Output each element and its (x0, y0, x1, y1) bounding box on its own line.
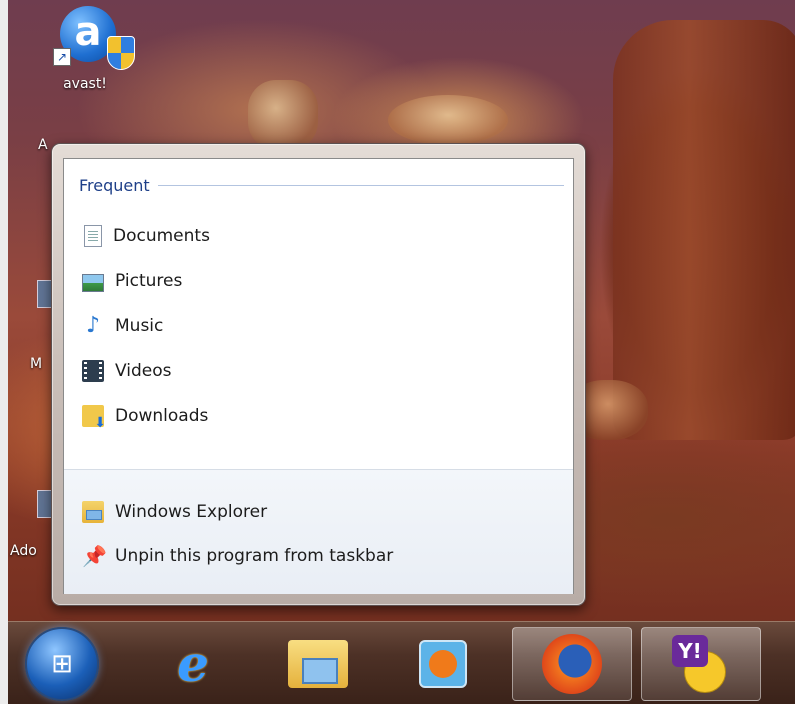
jump-item-videos[interactable]: Videos (82, 355, 552, 387)
task-windows-explorer[interactable]: Windows Explorer (82, 496, 552, 528)
unpin-icon: 📌 (82, 544, 107, 568)
windows-explorer-icon (82, 501, 104, 523)
jump-item-label: Videos (115, 361, 172, 381)
start-orb-icon: ⊞ (25, 627, 99, 701)
internet-explorer-icon: e (177, 634, 209, 693)
taskbar-yahoo-messenger[interactable]: Y! (641, 627, 761, 701)
desktop-icon-label-fragment: M (30, 356, 43, 372)
music-icon: ♪ (85, 313, 101, 338)
wallpaper-rock (248, 80, 318, 150)
yahoo-messenger-icon: Y! (670, 633, 732, 695)
uac-shield-icon (107, 36, 135, 70)
jump-item-label: Music (115, 316, 164, 336)
start-button[interactable]: ⊞ (22, 627, 102, 701)
task-unpin[interactable]: 📌 Unpin this program from taskbar (82, 540, 552, 572)
jump-list: Frequent Documents Pictures ♪ Music Vide… (51, 143, 586, 606)
jump-item-music[interactable]: ♪ Music (82, 310, 552, 342)
wallpaper-rock (613, 20, 795, 440)
task-label: Unpin this program from taskbar (115, 546, 394, 566)
jump-item-label: Pictures (115, 271, 183, 291)
firefox-icon (542, 634, 602, 694)
taskbar-internet-explorer[interactable]: e (143, 627, 243, 701)
desktop-icon-avast[interactable]: a ↗ avast! (40, 6, 135, 92)
downloads-icon (82, 405, 106, 431)
desktop-icon-label-fragment: Ado (10, 543, 37, 559)
wallpaper-rock (388, 95, 508, 145)
jump-list-panel: Frequent Documents Pictures ♪ Music Vide… (63, 158, 574, 594)
videos-icon (82, 360, 104, 382)
jump-item-label: Documents (113, 226, 210, 246)
taskbar: ⊞ e Y! (8, 621, 795, 704)
windows-media-player-icon (419, 640, 467, 688)
frequent-header: Frequent (79, 174, 564, 196)
documents-icon (84, 225, 102, 247)
pictures-icon (82, 274, 104, 292)
jump-item-documents[interactable]: Documents (82, 220, 552, 252)
jump-item-downloads[interactable]: Downloads (82, 400, 552, 432)
frequent-title: Frequent (79, 175, 150, 195)
jump-item-pictures[interactable]: Pictures (82, 265, 552, 297)
taskbar-windows-explorer[interactable] (268, 627, 368, 701)
jump-item-label: Downloads (115, 406, 209, 426)
desktop-icon-label-fragment: A (38, 137, 48, 153)
shortcut-arrow-icon: ↗ (53, 48, 71, 66)
taskbar-firefox[interactable] (512, 627, 632, 701)
task-label: Windows Explorer (115, 502, 268, 522)
windows-explorer-icon (288, 640, 348, 688)
desktop-icon-label: avast! (63, 76, 107, 92)
frequent-section: Frequent Documents Pictures ♪ Music Vide… (64, 159, 573, 469)
tasks-section: Windows Explorer 📌 Unpin this program fr… (64, 469, 573, 594)
taskbar-media-player[interactable] (393, 627, 493, 701)
section-divider (157, 184, 564, 186)
avast-icon: a ↗ (53, 6, 135, 70)
